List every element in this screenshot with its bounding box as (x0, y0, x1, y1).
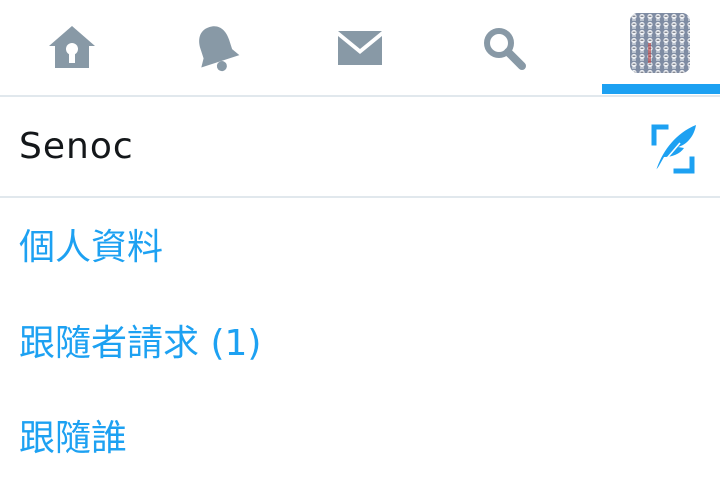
compose-quill-icon (651, 124, 696, 174)
tab-search[interactable] (432, 0, 576, 96)
active-tab-indicator (602, 84, 720, 94)
notifications-bell-icon (199, 26, 240, 72)
tab-messages[interactable] (288, 0, 432, 96)
section-divider (0, 196, 720, 198)
menu-item-profile[interactable]: 個人資料 (19, 224, 163, 272)
tab-home[interactable] (0, 0, 144, 96)
compose-tweet-button[interactable] (646, 121, 700, 177)
tab-account[interactable] (588, 0, 720, 96)
menu-item-follower-requests[interactable]: 跟隨者請求 (1) (19, 320, 261, 368)
menu-item-following[interactable]: 跟隨誰 (19, 415, 127, 463)
account-row: Senoc (0, 97, 720, 196)
home-icon (49, 26, 95, 68)
top-navigation-bar (0, 0, 720, 97)
messages-envelope-icon (338, 31, 382, 65)
account-name: Senoc (19, 126, 134, 167)
search-icon (484, 28, 526, 70)
tab-notifications[interactable] (144, 0, 288, 96)
avatar (630, 13, 690, 73)
